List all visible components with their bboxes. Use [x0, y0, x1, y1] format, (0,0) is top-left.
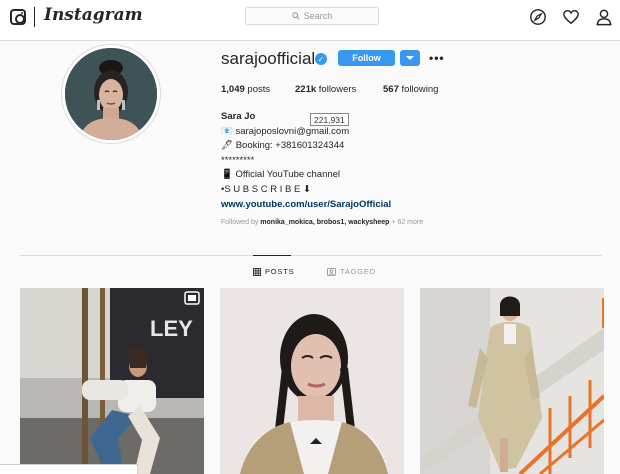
- tab-posts[interactable]: POSTS: [253, 267, 294, 276]
- tab-posts-label: POSTS: [265, 267, 295, 276]
- profile-avatar[interactable]: [61, 44, 161, 144]
- suggested-dropdown-button[interactable]: [400, 50, 420, 66]
- logo-divider: [34, 7, 35, 27]
- bio-email-line: 📧 sarajoposlovni@gmail.com: [221, 125, 350, 137]
- followed-by-prefix: Followed by: [221, 219, 261, 226]
- profile-username: sarajoofficial: [221, 49, 316, 68]
- posts-stat: 1,049 posts: [221, 84, 295, 95]
- more-options-button[interactable]: •••: [429, 51, 445, 65]
- instagram-camera-icon[interactable]: [10, 9, 26, 25]
- post-thumbnail[interactable]: [420, 288, 604, 474]
- heart-icon[interactable]: [562, 8, 580, 26]
- follow-button[interactable]: Follow: [338, 50, 395, 66]
- search-placeholder: Search: [303, 11, 333, 21]
- followers-stat[interactable]: 221k followers: [295, 84, 383, 95]
- grid-icon: [253, 267, 261, 276]
- followers-label: followers: [316, 84, 357, 95]
- followers-count: 221k: [295, 84, 317, 95]
- followed-by-text[interactable]: Followed by monika_mokica, brobos1, wack…: [221, 219, 423, 226]
- explore-compass-icon[interactable]: [529, 8, 547, 26]
- posts-label: posts: [244, 84, 271, 95]
- following-stat[interactable]: 567 following: [383, 84, 438, 95]
- post-thumbnail[interactable]: [220, 288, 404, 474]
- profile-bio: Sara Jo 📧 sarajoposlovni@gmail.com 🖋 Boo…: [221, 110, 391, 212]
- bio-website-link[interactable]: www.youtube.com/user/SarajoOfficial: [221, 198, 391, 213]
- bio-youtube-line: 📱 Official YouTube channel: [221, 169, 341, 181]
- tag-icon: [327, 267, 336, 276]
- active-tab-indicator: [253, 255, 291, 256]
- profile-full-name: Sara Jo: [221, 111, 256, 122]
- instagram-logo[interactable]: Instagram: [44, 5, 143, 25]
- followed-by-users[interactable]: monika_mokica, brobos1, wackysheep: [260, 219, 389, 226]
- top-nav: Instagram Search: [0, 0, 620, 41]
- tab-tagged[interactable]: TAGGED: [327, 267, 376, 276]
- following-label: following: [398, 84, 439, 95]
- search-icon: [292, 12, 300, 20]
- svg-text:LEY: LEY: [150, 316, 193, 341]
- posts-count: 1,049: [221, 84, 245, 95]
- post-thumbnail[interactable]: LEY: [20, 288, 204, 474]
- verified-badge-icon: ✓: [315, 53, 327, 65]
- avatar-photo: [65, 48, 157, 140]
- profile-icon[interactable]: [595, 8, 613, 26]
- horizontal-scrollbar[interactable]: [0, 464, 138, 474]
- tab-tagged-label: TAGGED: [340, 267, 376, 276]
- bio-subscribe-line: •S U B S C R I B E ⬇: [221, 183, 311, 195]
- following-count: 567: [383, 84, 399, 95]
- profile-stats: 1,049 posts 221k followers 567 following: [221, 84, 438, 95]
- followers-tooltip: 221,931: [310, 113, 349, 126]
- tabs-divider: [20, 255, 602, 256]
- followed-by-more: + 62 more: [389, 219, 424, 226]
- bio-booking-line: 🖋 Booking: +381601324344: [221, 140, 345, 152]
- bio-separator: *********: [221, 154, 255, 166]
- search-input[interactable]: Search: [245, 7, 379, 25]
